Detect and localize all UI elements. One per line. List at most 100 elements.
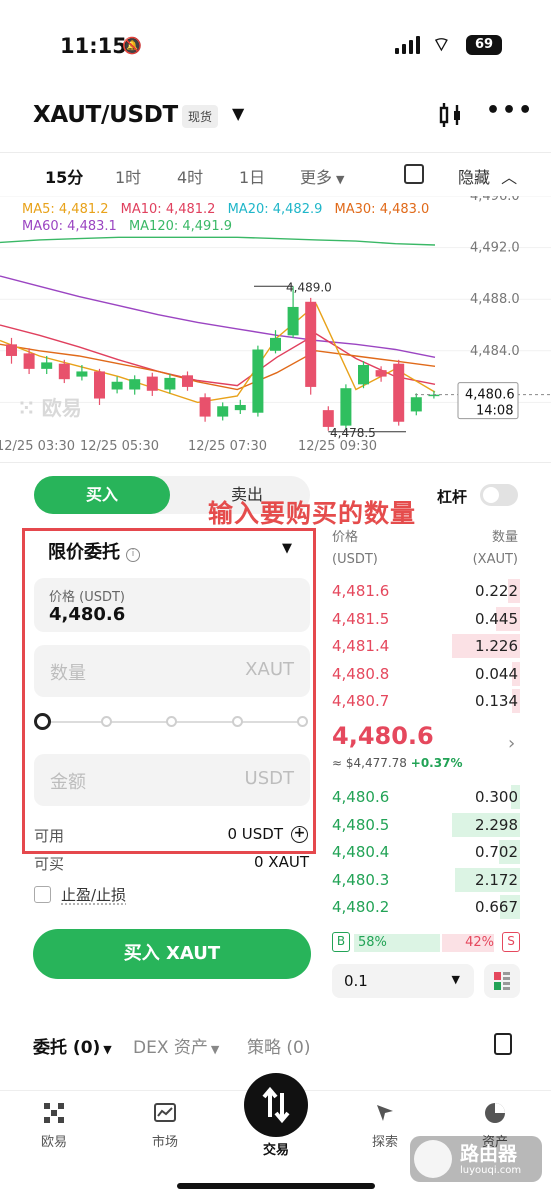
candle-body[interactable] (23, 353, 35, 369)
more-options-icon[interactable]: ••• (486, 98, 534, 123)
watermark-sub: luyouqi.com (460, 1165, 522, 1176)
nav-trade-label[interactable]: 交易 (244, 1139, 308, 1158)
slider-stop-75[interactable] (232, 716, 243, 727)
wifi-icon: ⌔ (432, 32, 451, 56)
price-input[interactable]: 价格 (USDT) 4,480.6 (34, 578, 310, 632)
candle-body[interactable] (164, 377, 176, 390)
ma-line (0, 236, 436, 246)
bid-row[interactable]: 4,480.6 0.300 (332, 785, 520, 809)
ask-price[interactable]: 4,481.5 (332, 610, 389, 628)
bid-row[interactable]: 4,480.4 0.702 (332, 840, 520, 864)
ask-price[interactable]: 4,481.6 (332, 582, 389, 600)
pair-dropdown-icon[interactable]: ▼ (232, 104, 244, 123)
candlestick-chart-icon[interactable] (437, 101, 465, 129)
candle-body[interactable] (340, 388, 352, 426)
ask-price[interactable]: 4,480.8 (332, 665, 389, 683)
drawing-tool-icon[interactable] (404, 164, 424, 184)
candle-body[interactable] (94, 371, 105, 399)
ma10-label: MA10: 4,481.2 (120, 202, 216, 217)
depth-precision-value: 0.1 (344, 972, 368, 990)
tab-more[interactable]: 更多 ▼ (300, 164, 344, 188)
chevron-right-icon[interactable]: › (508, 733, 515, 754)
depth-precision-select[interactable]: 0.1 ▼ (332, 964, 474, 998)
candle-body[interactable] (58, 363, 70, 380)
bid-price[interactable]: 4,480.2 (332, 898, 389, 916)
bid-price[interactable]: 4,480.5 (332, 816, 389, 834)
tab-strategy[interactable]: 策略 (0) (247, 1033, 310, 1058)
ask-row[interactable]: 4,481.4 1.226 (332, 634, 520, 658)
nav-market[interactable]: 市场 (125, 1101, 205, 1150)
ask-price[interactable]: 4,480.7 (332, 692, 389, 710)
price-input-value[interactable]: 4,480.6 (49, 604, 125, 625)
bid-row[interactable]: 4,480.3 2.172 (332, 867, 520, 892)
amount-input[interactable]: 金额 USDT (34, 754, 310, 806)
order-type-select[interactable]: 限价委托 i (48, 538, 140, 564)
pair-title[interactable]: XAUT/USDT (33, 102, 178, 128)
trade-header: XAUT/USDT 现货 ▼ ••• (0, 92, 551, 144)
candle-body[interactable] (410, 397, 422, 412)
info-icon[interactable]: i (126, 548, 140, 562)
candle-body[interactable] (41, 362, 53, 369)
slider-handle[interactable] (34, 713, 51, 730)
candle-body[interactable] (252, 349, 264, 413)
candle-body[interactable] (305, 301, 317, 387)
candle-body[interactable] (199, 397, 211, 417)
buy-tab[interactable]: 买入 (34, 476, 170, 514)
candle-body[interactable] (76, 371, 88, 377)
ask-row[interactable]: 4,480.8 0.044 (332, 661, 520, 686)
candle-body[interactable] (6, 344, 17, 356)
candle-body[interactable] (393, 363, 405, 422)
slider-stop-25[interactable] (101, 716, 112, 727)
tab-dex-assets[interactable]: DEX 资产 ▼ (133, 1033, 219, 1058)
tab-4h[interactable]: 4时 (177, 164, 203, 188)
bid-row[interactable]: 4,480.2 0.667 (332, 895, 520, 919)
orderbook-layout-icon[interactable] (484, 964, 520, 998)
slider-stop-50[interactable] (166, 716, 177, 727)
buyable-value: 0 XAUT (254, 853, 309, 871)
candle-body[interactable] (375, 370, 387, 377)
ma120-label: MA120: 4,491.9 (128, 219, 232, 234)
candle-body[interactable] (270, 337, 281, 351)
ma-line (0, 275, 436, 358)
price-change: +0.37% (410, 756, 463, 770)
buy-ratio-badge: B (332, 932, 350, 952)
nav-home[interactable]: 欧易 (14, 1101, 94, 1150)
candle-body[interactable] (322, 410, 334, 427)
candle-body[interactable] (217, 406, 229, 417)
candle-body[interactable] (287, 306, 299, 336)
low-price-label: 4,478.5 (330, 426, 376, 440)
tpsl-label[interactable]: 止盈/止损 (61, 884, 126, 905)
candle-body[interactable] (234, 404, 246, 411)
candlestick-chart[interactable]: 4,496.0 4,492.0 4,488.0 4,484.0 12/25 03:30 1… (0, 196, 551, 464)
candle-body[interactable] (182, 375, 193, 387)
ask-row[interactable]: 4,481.5 0.445 (332, 606, 520, 631)
sell-ratio-value: 42% (465, 935, 494, 950)
hide-chart-button[interactable]: 隐藏 ︿ (458, 164, 517, 188)
tab-15m[interactable]: 15分 (45, 164, 83, 188)
tab-1d[interactable]: 1日 (239, 164, 265, 188)
bid-row[interactable]: 4,480.5 2.298 (332, 812, 520, 837)
tab-orders[interactable]: 委托 (0) ▼ (33, 1033, 112, 1058)
okx-logo-icon (44, 1103, 64, 1123)
candle-body[interactable] (129, 379, 141, 390)
tab-1h[interactable]: 1时 (115, 164, 141, 188)
quantity-input[interactable]: 数量 XAUT (34, 645, 310, 697)
leverage-toggle[interactable] (480, 484, 518, 506)
slider-stop-100[interactable] (297, 716, 308, 727)
ask-price[interactable]: 4,481.4 (332, 637, 389, 655)
ask-row[interactable]: 4,481.6 0.222 (332, 579, 520, 603)
bid-price[interactable]: 4,480.3 (332, 871, 389, 889)
tpsl-checkbox[interactable] (34, 886, 51, 903)
candle-body[interactable] (111, 381, 123, 390)
bid-price[interactable]: 4,480.4 (332, 843, 389, 861)
deposit-plus-icon[interactable]: + (291, 826, 308, 843)
order-history-icon[interactable] (494, 1033, 512, 1055)
candle-body[interactable] (358, 364, 369, 385)
nav-trade-button[interactable] (244, 1073, 308, 1137)
bid-price[interactable]: 4,480.6 (332, 788, 389, 806)
caret-down-icon[interactable]: ▼ (282, 541, 292, 556)
orderbook-qty-header: 数量 (XAUT) (473, 527, 518, 571)
ask-row[interactable]: 4,480.7 0.134 (332, 689, 520, 713)
buy-xaut-button[interactable]: 买入 XAUT (33, 929, 311, 979)
candle-body[interactable] (146, 376, 158, 391)
